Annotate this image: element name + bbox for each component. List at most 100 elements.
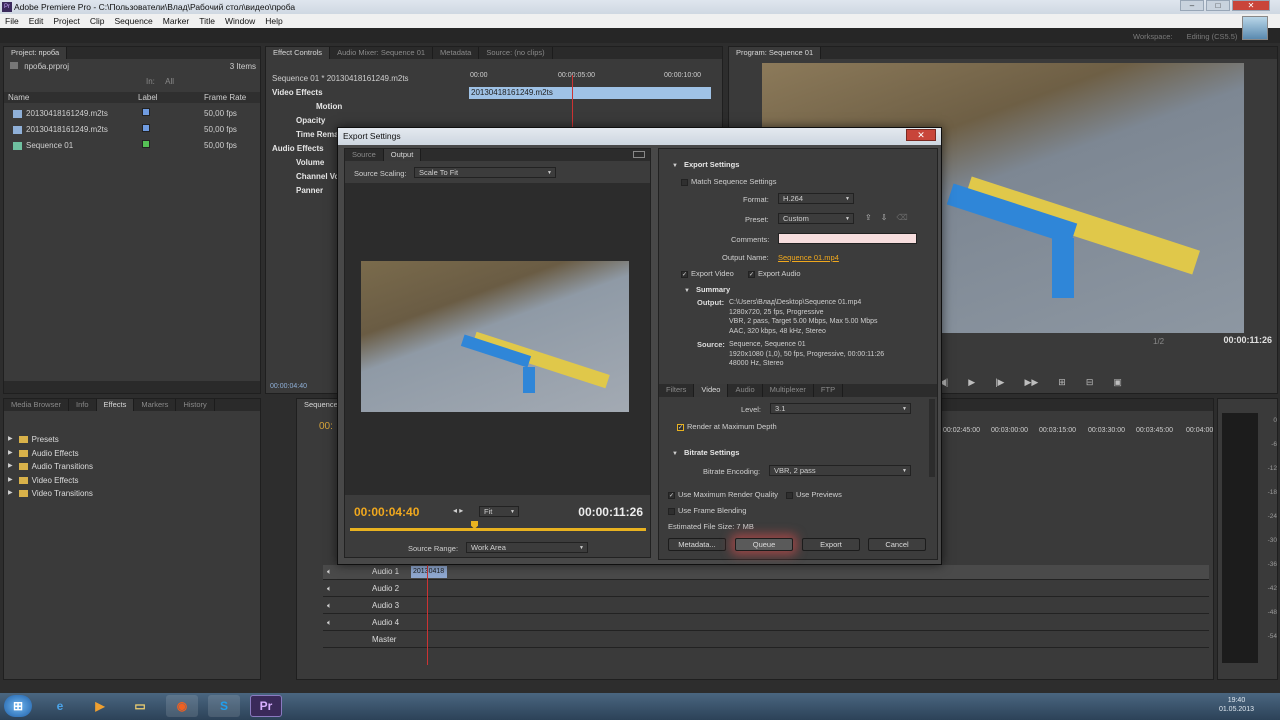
tab-markers[interactable]: Markers [134,399,177,411]
track-audio-4[interactable]: 🔈︎ Audio 4 [323,615,1209,631]
lift-icon[interactable]: ⊞ [1058,377,1066,388]
level-dropdown[interactable]: 3.1 [770,403,911,414]
bitrate-encoding-dropdown[interactable]: VBR, 2 pass [769,465,911,476]
render-max-depth-checkbox[interactable]: ✓ Render at Maximum Depth [677,422,777,431]
summary-header[interactable]: ▼ Summary [684,285,730,294]
menu-file[interactable]: File [5,14,19,28]
ec-volume[interactable]: Volume [296,158,324,167]
source-scaling-dropdown[interactable]: Scale To Fit [414,167,556,178]
tab-source[interactable]: Source: (no clips) [479,47,553,59]
match-sequence-checkbox[interactable]: Match Sequence Settings [681,177,776,186]
list-item[interactable]: 20130418161249.m2ts 50,00 fps [4,105,260,121]
folder-audio-transitions[interactable]: ▶ Audio Transitions [8,460,93,474]
metadata-button[interactable]: Metadata... [668,538,726,551]
use-max-quality-checkbox[interactable]: ✓ Use Maximum Render Quality [668,490,778,499]
speaker-icon[interactable]: 🔈︎ [327,601,332,611]
ec-motion[interactable]: Motion [316,102,342,111]
tab-effect-controls[interactable]: Effect Controls [266,47,331,59]
menu-window[interactable]: Window [225,14,255,28]
tab-metadata[interactable]: Metadata [433,47,480,59]
media-player-icon[interactable]: ▶ [84,695,116,717]
save-preset-icon[interactable]: ⇪ [865,213,872,222]
menu-project[interactable]: Project [53,14,79,28]
settings-scrollbar[interactable] [929,399,935,477]
fit-dropdown[interactable]: Fit [479,506,519,517]
folder-video-transitions[interactable]: ▶ Video Transitions [8,487,93,501]
skype-icon[interactable]: S [208,695,240,717]
speaker-icon[interactable]: 🔈︎ [327,567,332,577]
export-audio-checkbox[interactable]: ✓ Export Audio [748,269,801,278]
track-master[interactable]: Master [323,632,1209,648]
work-area-bar[interactable] [350,528,646,531]
menu-title[interactable]: Title [199,14,215,28]
minimize-button[interactable]: – [1180,0,1204,11]
tab-media-browser[interactable]: Media Browser [4,399,70,411]
use-previews-checkbox[interactable]: Use Previews [786,490,842,499]
system-clock[interactable]: 19:40 01.05.2013 [1219,696,1254,714]
shuttle-icon[interactable]: ▶▶ [1024,377,1038,388]
ec-time-remap[interactable]: Time Rema [296,130,339,139]
output-name-link[interactable]: Sequence 01.mp4 [778,253,839,262]
tab-history[interactable]: History [176,399,215,411]
folder-presets[interactable]: ▶ Presets [8,433,93,447]
use-frame-blending-checkbox[interactable]: Use Frame Blending [668,506,746,515]
explorer-icon[interactable]: ▭ [124,695,156,717]
menu-help[interactable]: Help [265,14,282,28]
tab-audio[interactable]: Audio [728,384,763,397]
tab-program[interactable]: Program: Sequence 01 [729,47,822,59]
tab-output-preview[interactable]: Output [383,149,422,161]
workspace-switcher[interactable]: Workspace: Editing (CS5.5) [1133,32,1237,41]
ec-opacity[interactable]: Opacity [296,116,325,125]
tab-audio-mixer[interactable]: Audio Mixer: Sequence 01 [330,47,434,59]
bitrate-settings-header[interactable]: ▼ Bitrate Settings [672,448,739,457]
start-button[interactable]: ⊞ [4,695,32,717]
tab-filters[interactable]: Filters [659,384,695,397]
tab-project[interactable]: Project: проба [4,47,68,59]
step-forward-icon[interactable]: |▶ [995,377,1004,388]
ec-channel-volume[interactable]: Channel Vo [296,172,339,181]
maximize-button[interactable]: □ [1206,0,1230,11]
ec-clip[interactable]: 20130418161249.m2ts [469,87,711,99]
queue-button[interactable]: Queue [735,538,793,551]
ec-panner[interactable]: Panner [296,186,323,195]
audio-clip[interactable]: 20130418 [411,566,447,578]
extract-icon[interactable]: ⊟ [1086,377,1094,388]
source-range-dropdown[interactable]: Work Area [466,542,588,553]
preview-current-time[interactable]: 00:00:04:40 [354,505,419,519]
menu-marker[interactable]: Marker [163,14,189,28]
track-audio-1[interactable]: 🔈︎ Audio 1 20130418 [323,565,1209,580]
track-audio-2[interactable]: 🔈︎ Audio 2 [323,581,1209,597]
play-icon[interactable]: ▶ [968,377,975,388]
list-item[interactable]: 20130418161249.m2ts 50,00 fps [4,121,260,137]
menu-sequence[interactable]: Sequence [114,14,152,28]
tab-effects[interactable]: Effects [96,399,135,411]
import-preset-icon[interactable]: ⇩ [881,213,888,222]
export-video-checkbox[interactable]: ✓ Export Video [681,269,734,278]
speaker-icon[interactable]: 🔈︎ [327,584,332,594]
tab-source-preview[interactable]: Source [345,149,384,161]
menu-clip[interactable]: Clip [90,14,105,28]
close-button[interactable]: ✕ [1232,0,1270,11]
comments-input[interactable] [778,233,917,244]
col-name[interactable]: Name [4,92,138,103]
panel-menu-icon[interactable] [633,151,645,158]
speaker-icon[interactable]: 🔈︎ [327,618,332,628]
folder-video-effects[interactable]: ▶ Video Effects [8,474,93,488]
export-settings-header[interactable]: ▼ Export Settings [672,160,739,169]
dialog-close-button[interactable]: ✕ [906,129,936,141]
premiere-taskbar-icon[interactable]: Pr [250,695,282,717]
track-audio-3[interactable]: 🔈︎ Audio 3 [323,598,1209,614]
delete-preset-icon[interactable]: ⌫ [896,213,907,222]
format-dropdown[interactable]: H.264 [778,193,854,204]
col-label[interactable]: Label [138,92,204,103]
mark-in-out-icons[interactable]: ◂ ▸ [453,506,463,515]
menu-edit[interactable]: Edit [29,14,44,28]
preset-dropdown[interactable]: Custom [778,213,854,224]
timeline-playhead[interactable] [427,565,428,665]
col-frame-rate[interactable]: Frame Rate [204,92,246,103]
list-item[interactable]: Sequence 01 50,00 fps [4,137,260,153]
tab-video[interactable]: Video [694,384,729,397]
export-frame-icon[interactable]: ▣ [1113,377,1122,388]
firefox-icon[interactable]: ◉ [166,695,198,717]
tab-info[interactable]: Info [69,399,97,411]
